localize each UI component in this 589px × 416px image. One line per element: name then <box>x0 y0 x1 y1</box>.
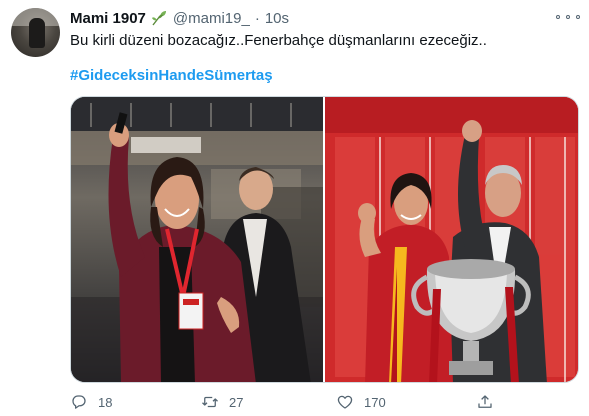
like-icon <box>337 395 353 409</box>
hashtag-link[interactable]: #GideceksinHandeSümertaş <box>70 67 273 84</box>
more-options-icon[interactable] <box>556 9 580 25</box>
like-count: 170 <box>364 394 386 410</box>
tweet-text: Bu kirli düzeni bozacağız..Fenerbahçe dü… <box>70 32 487 49</box>
retweet-button[interactable]: 27 <box>201 392 243 412</box>
herb-emoji-icon <box>151 11 166 26</box>
share-button[interactable] <box>476 392 494 412</box>
reply-count: 18 <box>98 394 113 410</box>
more-dot <box>566 15 570 19</box>
more-dot <box>576 15 580 19</box>
retweet-count: 27 <box>229 394 244 410</box>
photo-1-illustration <box>71 97 323 382</box>
share-icon <box>478 395 492 408</box>
reply-icon <box>72 395 86 409</box>
tweet-actions: 18 27 170 <box>70 392 500 412</box>
avatar[interactable] <box>11 8 60 57</box>
tweet[interactable]: Mami 1907 @mami19_ · 10s Bu kirli düzeni… <box>0 0 589 416</box>
avatar-figure <box>29 18 45 48</box>
more-dot <box>556 15 560 19</box>
reply-button[interactable]: 18 <box>70 392 112 412</box>
media-photo-1[interactable] <box>71 97 323 382</box>
photo-2-illustration <box>325 97 578 382</box>
author-name[interactable]: Mami 1907 <box>70 10 146 27</box>
tweet-header: Mami 1907 @mami19_ · 10s <box>70 8 289 28</box>
separator-dot: · <box>254 9 260 27</box>
author-handle[interactable]: @mami19_ <box>173 10 250 27</box>
timestamp[interactable]: 10s <box>265 10 289 27</box>
media-photo-2[interactable] <box>325 97 578 382</box>
like-button[interactable]: 170 <box>336 392 386 412</box>
media-grid <box>70 96 579 383</box>
retweet-icon <box>202 396 218 408</box>
